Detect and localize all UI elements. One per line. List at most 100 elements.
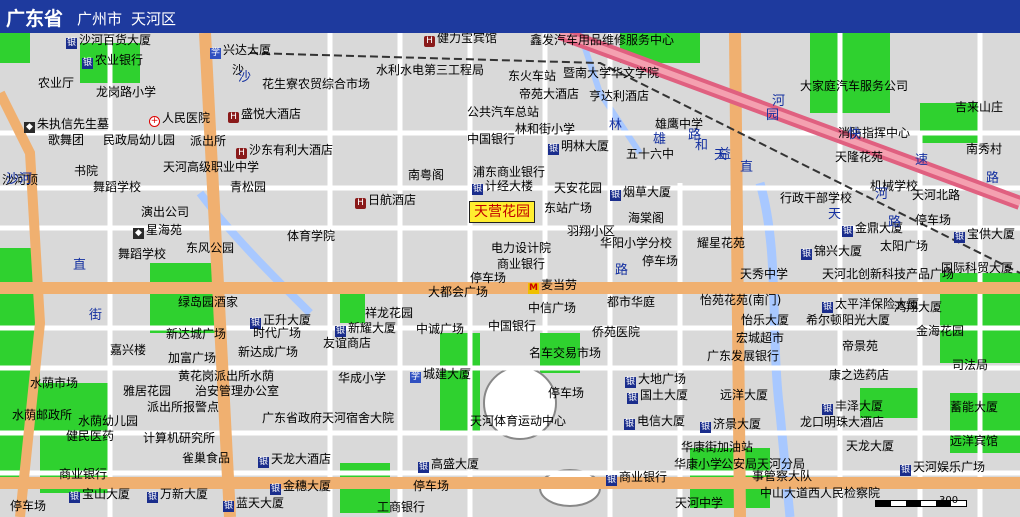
place-label[interactable]: 吉来山庄 (955, 100, 1003, 114)
place-label[interactable]: ◆ 星海苑 (133, 223, 182, 239)
place-label[interactable]: 加富广场 (168, 351, 216, 365)
place-label[interactable]: 国际科贸大厦 (941, 261, 1013, 275)
place-label[interactable]: 银高盛大厦 (418, 457, 479, 473)
place-label[interactable]: 怡乐大厦 (741, 313, 789, 327)
place-label[interactable]: 友谊商店 (323, 336, 371, 350)
place-label[interactable]: 雀巢食品 (182, 451, 230, 465)
place-label[interactable]: 银新耀大厦 (335, 321, 396, 337)
place-label[interactable]: 天秀中学 (740, 267, 788, 281)
place-label[interactable]: 银金穗大厦 (270, 479, 331, 495)
place-label[interactable]: + 人民医院 (149, 111, 210, 127)
place-label[interactable]: 耀星花苑 (697, 236, 745, 250)
place-label[interactable]: 停车场 (413, 479, 449, 493)
place-label[interactable]: 新达成广场 (238, 345, 298, 359)
place-label[interactable]: 东站广场 (544, 201, 592, 215)
place-label[interactable]: M 麦当劳 (528, 278, 577, 294)
place-label[interactable]: 银沙河百货大厦 (66, 33, 151, 49)
place-label[interactable]: 天龙大厦 (846, 439, 894, 453)
place-label[interactable]: 天安花园 (554, 181, 602, 195)
place-label[interactable]: 停车场 (10, 499, 46, 513)
place-label[interactable]: 海棠阁 (628, 211, 664, 225)
place-label[interactable]: 中山大道西人民检察院 (760, 486, 880, 500)
place-label[interactable]: 工商银行 (377, 500, 425, 514)
place-label[interactable]: 新达城广场 (166, 327, 226, 341)
place-label[interactable]: 华康街加油站 (681, 440, 753, 454)
place-label[interactable]: 东火车站 (508, 69, 556, 83)
place-label[interactable]: 电力设计院 (491, 241, 551, 255)
place-label[interactable]: 水荫幼儿园 (78, 414, 138, 428)
place-label[interactable]: H 日航酒店 (355, 193, 416, 209)
place-label[interactable]: 华康小学 (674, 457, 722, 471)
place-label[interactable]: 雅居花园 (123, 384, 171, 398)
place-label[interactable]: 远洋宾馆 (950, 434, 998, 448)
place-label[interactable]: 帝景苑 (842, 339, 878, 353)
place-label[interactable]: 银烟草大厦 (610, 185, 671, 201)
place-label[interactable]: 华阳小学分校 (600, 236, 672, 250)
place-label[interactable]: 歌舞团 (48, 133, 84, 147)
place-label[interactable]: 黄花岗派出所水荫 (178, 369, 274, 383)
place-label[interactable]: 宏城超市 (736, 331, 784, 345)
place-label[interactable]: 银天河娱乐广场 (900, 460, 985, 476)
place-label[interactable]: H 沙东有利大酒店 (236, 143, 333, 159)
place-label[interactable]: 银商业银行 (606, 470, 667, 486)
place-label[interactable]: 龙岗路小学 (96, 85, 156, 99)
place-label[interactable]: 东风公园 (186, 241, 234, 255)
place-label[interactable]: 银大地广场 (625, 372, 686, 388)
district-label[interactable]: 天河区 (131, 8, 176, 29)
place-label[interactable]: 亨达利酒店 (589, 89, 649, 103)
place-label[interactable]: ◆ 朱执信先生墓 (24, 117, 109, 133)
place-label[interactable]: 银明林大厦 (548, 139, 609, 155)
place-label[interactable]: 天河北路 (912, 188, 960, 202)
place-label[interactable]: 中国银行 (467, 132, 515, 146)
place-label[interactable]: 嘉兴楼 (110, 343, 146, 357)
place-label[interactable]: 停车场 (548, 386, 584, 400)
place-label[interactable]: 农业厅 (38, 76, 74, 90)
place-label[interactable]: 书院 (74, 164, 98, 178)
place-label[interactable]: 祥龙花园 (365, 306, 413, 320)
place-label[interactable]: 龙口明珠大酒店 (800, 415, 884, 429)
place-label[interactable]: H 健力宝宾馆 (424, 33, 497, 47)
place-label[interactable]: 公共汽车总站 (467, 105, 539, 119)
place-label[interactable]: 银计经大楼 (472, 179, 533, 195)
place-label[interactable]: 银济景大厦 (700, 417, 761, 433)
place-label[interactable]: 广东发展银行 (707, 349, 779, 363)
place-label[interactable]: 银丰泽大厦 (822, 399, 883, 415)
place-label[interactable]: 帝苑大酒店 (519, 87, 579, 101)
place-label[interactable]: 绿岛园酒家 (178, 295, 238, 309)
place-label[interactable]: 大家庭汽车服务公司 (800, 79, 908, 93)
place-label[interactable]: 银宝山大厦 (69, 487, 130, 503)
selected-place-callout[interactable]: 天营花园 (469, 201, 535, 223)
place-label[interactable]: 银电信大厦 (624, 414, 685, 430)
place-label[interactable]: 停车场 (642, 254, 678, 268)
place-label[interactable]: 浦东商业银行 (473, 165, 545, 179)
place-label[interactable]: H 盛悦大酒店 (228, 107, 301, 123)
place-label[interactable]: 商业银行 (497, 257, 545, 271)
place-label[interactable]: 华成小学 (338, 371, 386, 385)
place-label[interactable]: 治安管理办公室 (195, 384, 279, 398)
place-label[interactable]: 银万新大厦 (147, 487, 208, 503)
place-label[interactable]: 蓄能大厦 (950, 400, 998, 414)
place-label[interactable]: 水荫市场 (30, 376, 78, 390)
place-label[interactable]: 水利水电第三工程局 (376, 63, 484, 77)
place-label[interactable]: 天河北创新科技产品广场 (822, 267, 954, 281)
place-label[interactable]: 民政局幼儿园 (103, 133, 175, 147)
place-label[interactable]: 银国土大厦 (627, 388, 688, 404)
place-label[interactable]: 都市华庭 (607, 295, 655, 309)
place-label[interactable]: 银宝供大厦 (954, 227, 1015, 243)
place-label[interactable]: 太阳广场 (880, 239, 928, 253)
place-label[interactable]: 健民医药 (66, 429, 114, 443)
place-label[interactable]: 舞蹈学校 (118, 247, 166, 261)
place-label[interactable]: 派出所 (190, 134, 226, 148)
place-label[interactable]: 康之选药店 (829, 368, 889, 382)
place-label[interactable]: 司法局 (952, 358, 988, 372)
place-label[interactable]: 派出所报警点 (147, 400, 219, 414)
place-label[interactable]: 学城建大厦 (410, 367, 471, 383)
place-label[interactable]: 花生寮农贸综合市场 (262, 77, 370, 91)
place-label[interactable]: 希尔顿阳光大厦 (806, 313, 890, 327)
place-label[interactable]: 体育学院 (287, 229, 335, 243)
place-label[interactable]: 水荫邮政所 (12, 408, 72, 422)
place-label[interactable]: 商业银行 (59, 467, 107, 481)
place-label[interactable]: 银蓝天大厦 (223, 496, 284, 512)
place-label[interactable]: 中国银行 (488, 319, 536, 333)
place-label[interactable]: 银天龙大酒店 (258, 452, 331, 468)
